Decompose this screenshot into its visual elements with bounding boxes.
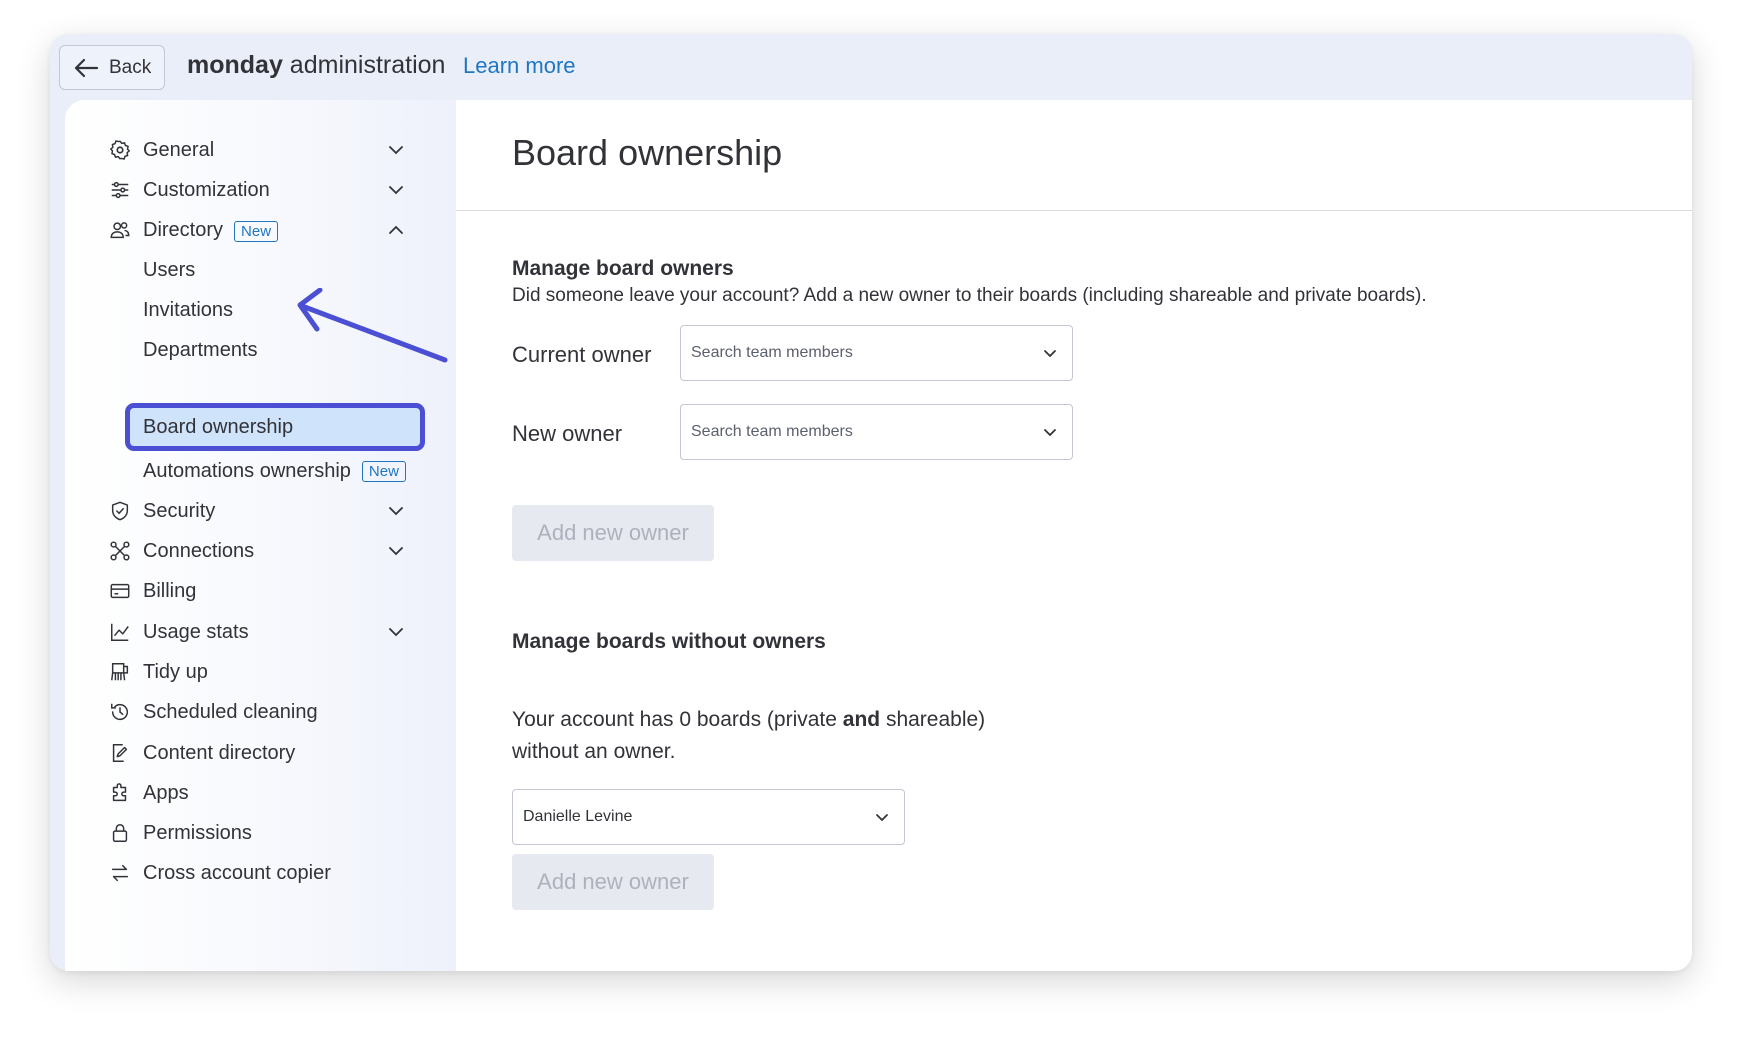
without-owners-text: Your account has 0 boards (private and s… bbox=[512, 704, 1032, 768]
sidebar-item-label: General bbox=[143, 138, 215, 161]
page-title: Board ownership bbox=[512, 132, 783, 173]
back-label: Back bbox=[109, 56, 152, 78]
sidebar-subitem-invitations[interactable]: Invitations bbox=[143, 290, 233, 330]
add-new-owner-button-2[interactable]: Add new owner bbox=[512, 854, 714, 910]
shield-icon bbox=[109, 500, 131, 522]
sidebar-subitem-users[interactable]: Users bbox=[143, 250, 195, 290]
new-badge: New bbox=[361, 460, 406, 482]
owner-select[interactable]: Danielle Levine bbox=[512, 789, 905, 845]
credit-card-icon bbox=[109, 580, 131, 602]
manage-owners-description: Did someone leave your account? Add a ne… bbox=[512, 285, 1427, 306]
sidebar-item-label: Permissions bbox=[143, 821, 252, 844]
puzzle-icon bbox=[109, 782, 131, 804]
without-owners-text-bold: and bbox=[842, 708, 881, 731]
sidebar-subitem-departments[interactable]: Departments bbox=[143, 330, 258, 370]
new-owner-label: New owner bbox=[512, 421, 623, 446]
sidebar-item-usage-stats[interactable]: Usage stats bbox=[65, 612, 456, 652]
brand-suffix: administration bbox=[282, 51, 446, 79]
sidebar-item-label: Connections bbox=[143, 539, 255, 562]
chevron-down-icon[interactable] bbox=[387, 623, 405, 641]
sidebar-subitem-automations-ownership[interactable]: Automations ownership New bbox=[143, 451, 406, 491]
without-owners-text-part2: shareable) bbox=[880, 708, 986, 731]
sidebar-subitem-board-ownership[interactable]: Board ownership bbox=[125, 403, 425, 451]
directory-label: Directory bbox=[143, 218, 224, 241]
sidebar-item-label: Usage stats bbox=[143, 620, 249, 643]
admin-window: Back monday administration Learn more Ge… bbox=[50, 34, 1692, 971]
sidebar-item-label: Customization bbox=[143, 178, 270, 201]
chevron-down-icon[interactable] bbox=[387, 181, 405, 199]
without-owners-text-part1: Your account has 0 boards (private bbox=[512, 708, 843, 731]
sliders-icon bbox=[109, 179, 131, 201]
back-button[interactable]: Back bbox=[59, 45, 165, 90]
sidebar-item-apps[interactable]: Apps bbox=[65, 773, 456, 813]
sidebar-item-general[interactable]: General bbox=[65, 130, 456, 170]
add-new-owner-button[interactable]: Add new owner bbox=[512, 505, 714, 561]
connections-icon bbox=[109, 540, 131, 562]
chevron-down-icon[interactable] bbox=[387, 542, 405, 560]
sidebar-item-permissions[interactable]: Permissions bbox=[65, 813, 456, 853]
chevron-down-icon[interactable] bbox=[387, 502, 405, 520]
sidebar-item-billing[interactable]: Billing bbox=[65, 571, 456, 611]
new-owner-placeholder: Search team members bbox=[691, 423, 853, 440]
selected-owner-value: Danielle Levine bbox=[523, 808, 633, 825]
gear-icon bbox=[109, 139, 131, 161]
title-divider bbox=[456, 210, 1692, 211]
sidebar-item-label: Scheduled cleaning bbox=[143, 700, 318, 723]
sidebar-item-label: Security bbox=[143, 499, 216, 522]
sidebar: General Customization Directory New Users… bbox=[65, 100, 456, 971]
brand-name: monday bbox=[187, 51, 283, 79]
sidebar-item-label: Billing bbox=[143, 579, 197, 602]
sidebar-item-connections[interactable]: Connections bbox=[65, 531, 456, 571]
history-icon bbox=[109, 701, 131, 723]
lock-icon bbox=[109, 822, 131, 844]
arrow-left-icon bbox=[74, 58, 99, 77]
edit-doc-icon bbox=[109, 742, 131, 764]
top-bar: Back monday administration Learn more bbox=[50, 34, 1692, 100]
chart-icon bbox=[109, 621, 131, 643]
manage-owners-title: Manage board owners bbox=[512, 257, 734, 280]
sidebar-item-label: Apps bbox=[143, 781, 189, 804]
current-owner-placeholder: Search team members bbox=[691, 344, 853, 361]
users-icon bbox=[109, 219, 131, 241]
current-owner-select[interactable]: Search team members bbox=[680, 325, 1073, 381]
new-badge: New bbox=[234, 220, 279, 242]
chevron-down-icon bbox=[1044, 350, 1056, 358]
annotation-arrow-icon bbox=[297, 288, 448, 363]
sidebar-item-scheduled-cleaning[interactable]: Scheduled cleaning bbox=[65, 692, 456, 732]
sidebar-item-security[interactable]: Security bbox=[65, 491, 456, 531]
sidebar-subitem-label: Automations ownership bbox=[143, 459, 351, 482]
sidebar-item-cross-account-copier[interactable]: Cross account copier bbox=[65, 853, 456, 893]
sidebar-item-label: Directory New bbox=[143, 218, 279, 242]
swap-icon bbox=[109, 862, 131, 884]
chevron-up-icon[interactable] bbox=[387, 221, 405, 239]
sidebar-item-tidy-up[interactable]: Tidy up bbox=[65, 652, 456, 692]
broom-icon bbox=[109, 661, 131, 683]
new-owner-select[interactable]: Search team members bbox=[680, 404, 1073, 460]
current-owner-label: Current owner bbox=[512, 342, 652, 367]
sidebar-item-content-directory[interactable]: Content directory bbox=[65, 733, 456, 773]
chevron-down-icon bbox=[876, 814, 888, 822]
sidebar-item-label: Cross account copier bbox=[143, 861, 331, 884]
without-owners-text-line2: without an owner. bbox=[512, 740, 676, 763]
chevron-down-icon[interactable] bbox=[387, 141, 405, 159]
sidebar-item-customization[interactable]: Customization bbox=[65, 170, 456, 210]
learn-more-link[interactable]: Learn more bbox=[463, 53, 576, 79]
sidebar-item-label: Content directory bbox=[143, 741, 296, 764]
main-content: Board ownership Manage board owners Did … bbox=[456, 100, 1692, 971]
chevron-down-icon bbox=[1044, 429, 1056, 437]
sidebar-item-directory[interactable]: Directory New bbox=[65, 210, 456, 250]
without-owners-title: Manage boards without owners bbox=[512, 630, 826, 653]
content-card: General Customization Directory New Users… bbox=[65, 100, 1692, 971]
sidebar-item-label: Tidy up bbox=[143, 660, 208, 683]
page-brand: monday administration bbox=[187, 51, 445, 80]
